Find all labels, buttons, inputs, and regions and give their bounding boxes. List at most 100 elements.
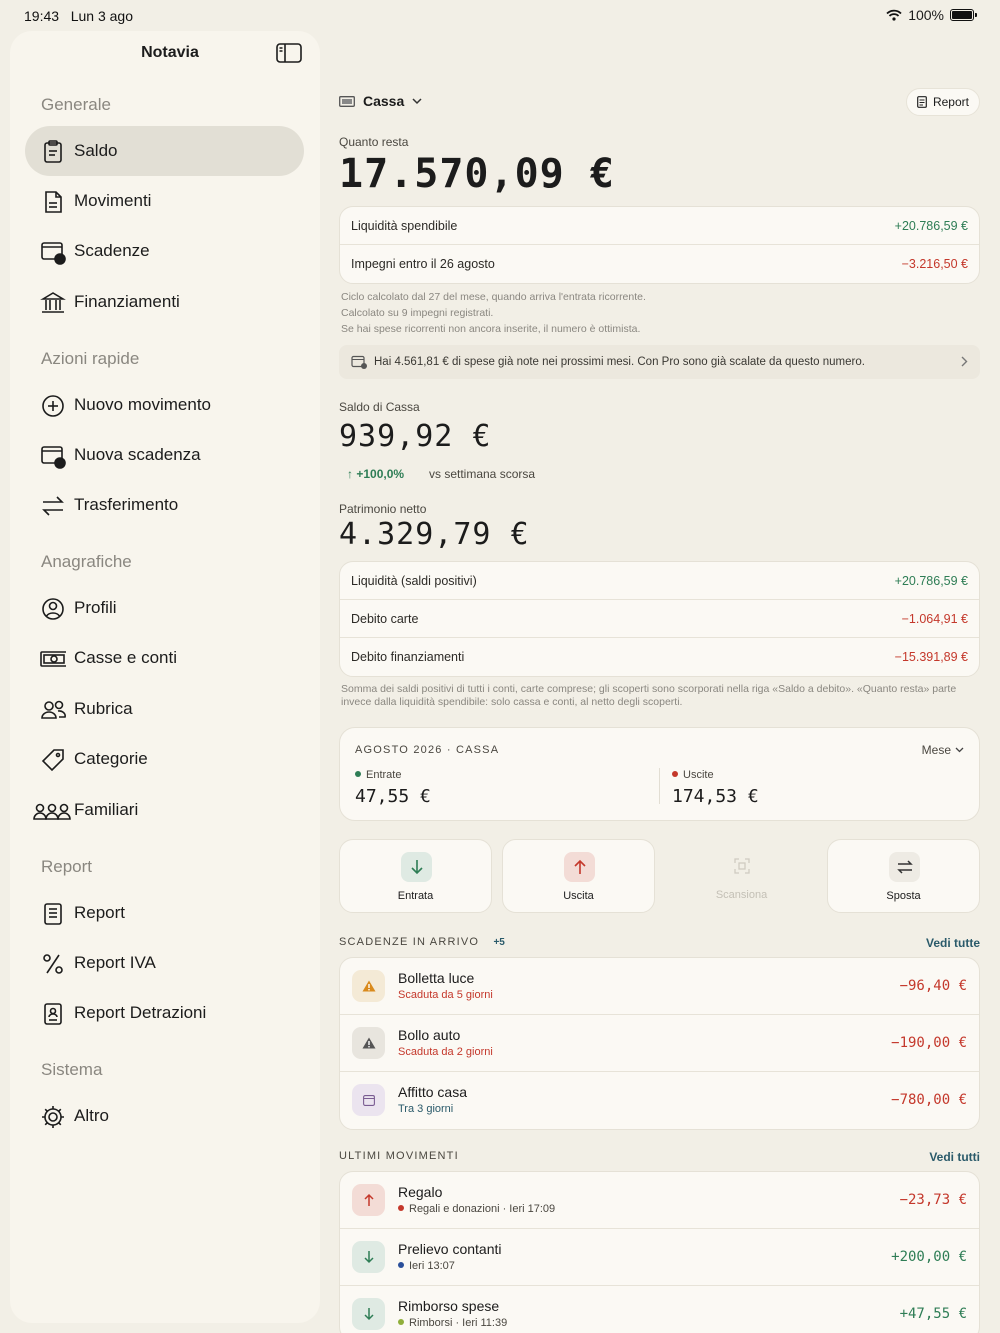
balance-trend: ↑ +100,0% bbox=[347, 467, 405, 481]
section-sistema: Sistema bbox=[41, 1060, 103, 1079]
chevron-right-icon bbox=[961, 356, 968, 367]
sidebar-item-label: Movimenti bbox=[74, 191, 152, 210]
transfer-arrows-icon bbox=[40, 493, 66, 519]
sidebar-item-label: Profili bbox=[74, 598, 117, 617]
recent-title: ULTIMI MOVIMENTI bbox=[339, 1150, 459, 1162]
gear-icon bbox=[40, 1104, 66, 1130]
list-item[interactable]: Rimborso spese Rimborsi · Ieri 11:39 +47… bbox=[340, 1286, 979, 1333]
cash-icon bbox=[339, 95, 355, 107]
upcoming-header: SCADENZE IN ARRIVO +5 Vedi tutte bbox=[339, 936, 980, 950]
net-worth-value: 4.329,79 € bbox=[339, 517, 530, 552]
recent-see-all-link[interactable]: Vedi tutti bbox=[929, 1150, 980, 1164]
sidebar-item-label: Rubrica bbox=[74, 699, 133, 718]
arrow-down-icon bbox=[401, 852, 432, 882]
pro-banner[interactable]: Hai 4.561,81 € di spese già note nei pro… bbox=[339, 345, 980, 379]
section-anagrafiche: Anagrafiche bbox=[41, 552, 132, 571]
sidebar-item-label: Saldo bbox=[74, 141, 118, 160]
sidebar-item-movimenti[interactable]: Movimenti bbox=[25, 176, 304, 226]
entrata-button[interactable]: Entrata bbox=[339, 839, 492, 913]
receipt-person-icon bbox=[40, 1001, 66, 1027]
upcoming-see-all-link[interactable]: Vedi tutte bbox=[926, 936, 980, 950]
sidebar-item-label: Familiari bbox=[74, 800, 139, 819]
sidebar-item-label: Categorie bbox=[74, 749, 148, 768]
sidebar-item-report[interactable]: Report bbox=[25, 888, 304, 938]
scan-icon bbox=[726, 851, 757, 881]
sidebar-item-label: Nuovo movimento bbox=[74, 395, 212, 414]
breakdown-row: Debito carte −1.064,91 € bbox=[340, 600, 979, 638]
sidebar-item-trasferimento[interactable]: Trasferimento bbox=[25, 480, 304, 530]
net-worth-note: Somma dei saldi positivi di tutti i cont… bbox=[341, 683, 957, 708]
period-summary-card: AGOSTO 2026 · CASSA Mese Entrate 47,55 €… bbox=[339, 727, 980, 821]
arrow-up-icon bbox=[352, 1184, 385, 1216]
sidebar-item-finanziamenti[interactable]: Finanziamenti bbox=[25, 277, 304, 327]
net-worth-breakdown: Liquidità (saldi positivi) +20.786,59 € … bbox=[339, 561, 980, 677]
sidebar-item-label: Nuova scadenza bbox=[74, 445, 201, 464]
sidebar-item-label: Report IVA bbox=[74, 953, 156, 972]
banknote-icon bbox=[40, 646, 68, 672]
sidebar-item-report-detrazioni[interactable]: Report Detrazioni bbox=[25, 988, 304, 1038]
net-worth-label: Patrimonio netto bbox=[339, 502, 427, 516]
expense-label: Uscite bbox=[672, 769, 714, 781]
sidebar-item-rubrica[interactable]: Rubrica bbox=[25, 684, 304, 734]
sposta-button[interactable]: Sposta bbox=[827, 839, 980, 913]
calendar-icon bbox=[351, 355, 367, 369]
sidebar-item-altro[interactable]: Altro bbox=[25, 1091, 304, 1141]
quick-actions: Entrata Uscita Scansiona Sposta bbox=[339, 839, 980, 913]
recent-header: ULTIMI MOVIMENTI Vedi tutti bbox=[339, 1150, 980, 1164]
calendar-plus-icon bbox=[40, 443, 66, 469]
report-icon bbox=[917, 96, 927, 108]
sidebar-toggle-icon[interactable] bbox=[276, 43, 302, 63]
report-button-label: Report bbox=[932, 95, 969, 109]
tag-icon bbox=[40, 747, 66, 773]
income-label: Entrate bbox=[355, 769, 401, 781]
sidebar-item-label: Report bbox=[74, 903, 126, 922]
balance-label: Saldo di Cassa bbox=[339, 400, 420, 414]
sidebar-item-casse-e-conti[interactable]: Casse e conti bbox=[25, 633, 304, 683]
list-item[interactable]: Prelievo contanti Ieri 13:07 +200,00 € bbox=[340, 1229, 979, 1286]
document-icon bbox=[40, 189, 66, 215]
sidebar: Notavia Generale Saldo Movimenti Scadenz… bbox=[10, 31, 320, 1323]
sidebar-item-report-iva[interactable]: Report IVA bbox=[25, 938, 304, 988]
percent-icon bbox=[40, 951, 66, 977]
sidebar-item-label: Finanziamenti bbox=[74, 292, 180, 311]
sidebar-item-nuova-scadenza[interactable]: Nuova scadenza bbox=[25, 430, 304, 480]
list-item[interactable]: Regalo Regali e donazioni · Ieri 17:09 −… bbox=[340, 1172, 979, 1229]
report-icon bbox=[40, 901, 66, 927]
list-item[interactable]: Bolletta luce Scaduta da 5 giorni −96,40… bbox=[340, 958, 979, 1015]
remaining-notes: Ciclo calcolato dal 27 del mese, quando … bbox=[341, 291, 646, 335]
bank-icon bbox=[40, 290, 66, 316]
account-name: Cassa bbox=[363, 93, 405, 109]
arrow-down-icon bbox=[352, 1298, 385, 1330]
sidebar-item-scadenze[interactable]: Scadenze bbox=[25, 226, 304, 276]
calendar-clock-icon bbox=[40, 239, 66, 265]
scansiona-button[interactable]: Scansiona bbox=[665, 839, 818, 913]
sidebar-item-label: Altro bbox=[74, 1106, 109, 1125]
remaining-value: 17.570,09 € bbox=[339, 151, 615, 197]
list-item[interactable]: Bollo auto Scaduta da 2 giorni −190,00 € bbox=[340, 1015, 979, 1072]
period-selector[interactable]: Mese bbox=[922, 743, 964, 757]
profile-circle-icon bbox=[40, 596, 66, 622]
remaining-breakdown: Liquidità spendibile +20.786,59 € Impegn… bbox=[339, 206, 980, 284]
uscita-button[interactable]: Uscita bbox=[502, 839, 655, 913]
transfer-arrows-icon bbox=[889, 852, 920, 882]
sidebar-item-profili[interactable]: Profili bbox=[25, 583, 304, 633]
list-item[interactable]: Affitto casa Tra 3 giorni −780,00 € bbox=[340, 1072, 979, 1129]
main-content: Cassa Report Quanto resta 17.570,09 € Li… bbox=[339, 0, 980, 1333]
expense-value: 174,53 € bbox=[672, 786, 759, 807]
scansiona-label: Scansiona bbox=[715, 889, 768, 901]
divider bbox=[659, 768, 660, 804]
upcoming-title: SCADENZE IN ARRIVO bbox=[339, 936, 480, 948]
warning-icon bbox=[352, 970, 385, 1002]
warning-icon bbox=[352, 1027, 385, 1059]
sidebar-item-familiari[interactable]: Familiari bbox=[25, 785, 304, 835]
entrata-label: Entrata bbox=[397, 890, 434, 902]
account-selector[interactable]: Cassa bbox=[339, 93, 422, 109]
sidebar-item-saldo[interactable]: Saldo bbox=[25, 126, 304, 176]
sidebar-item-label: Trasferimento bbox=[74, 495, 179, 514]
report-button[interactable]: Report bbox=[905, 88, 980, 116]
sidebar-item-categorie[interactable]: Categorie bbox=[25, 734, 304, 784]
sidebar-item-nuovo-movimento[interactable]: Nuovo movimento bbox=[25, 380, 304, 430]
arrow-down-icon bbox=[352, 1241, 385, 1273]
calendar-icon bbox=[352, 1084, 385, 1116]
uscita-label: Uscita bbox=[563, 890, 594, 902]
